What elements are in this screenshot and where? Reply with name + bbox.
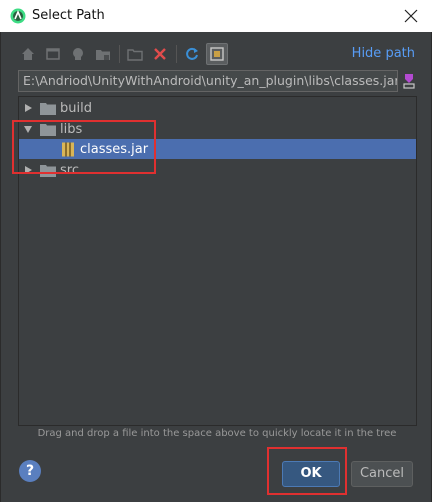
desktop-button[interactable] <box>42 43 64 65</box>
show-hidden-button[interactable] <box>206 43 228 65</box>
expand-arrow-icon[interactable] <box>23 103 33 113</box>
folder-icon <box>40 124 56 136</box>
toolbar <box>17 42 231 66</box>
new-folder-button[interactable] <box>124 43 146 65</box>
project-icon <box>73 48 83 60</box>
tree-item-label: src <box>60 162 79 178</box>
help-button[interactable]: ? <box>19 460 41 482</box>
project-button[interactable] <box>67 43 89 65</box>
path-input[interactable]: E:\Andriod\UnityWithAndroid\unity_an_plu… <box>18 70 398 92</box>
close-button[interactable] <box>396 2 426 30</box>
collapse-arrow-icon[interactable] <box>23 124 33 134</box>
new-folder-icon <box>127 49 143 61</box>
tree-item-classes-jar[interactable]: classes.jar <box>19 139 416 159</box>
show-hidden-icon <box>210 47 224 61</box>
file-tree[interactable]: build libs classes.jar src <box>18 96 417 426</box>
toolbar-separator <box>119 45 120 63</box>
module-button[interactable] <box>92 43 114 65</box>
refresh-button[interactable] <box>181 43 203 65</box>
refresh-icon <box>186 47 198 60</box>
tree-item-libs[interactable]: libs <box>19 119 416 139</box>
jar-file-icon <box>62 142 74 157</box>
tree-item-src[interactable]: src <box>19 160 416 180</box>
hide-path-link[interactable]: Hide path <box>352 46 415 61</box>
module-icon <box>96 50 110 60</box>
desktop-icon <box>46 48 60 60</box>
title-bar: Select Path <box>0 0 432 32</box>
home-icon <box>22 48 34 60</box>
delete-icon <box>154 48 166 60</box>
path-history-icon[interactable] <box>401 72 417 90</box>
home-button[interactable] <box>17 43 39 65</box>
drag-drop-hint: Drag and drop a file into the space abov… <box>37 428 397 439</box>
window-title: Select Path <box>32 8 105 23</box>
tree-item-label: libs <box>60 121 83 137</box>
folder-icon <box>40 103 56 115</box>
delete-button[interactable] <box>149 43 171 65</box>
cancel-button[interactable]: Cancel <box>351 461 413 487</box>
dialog-body: Hide path E:\Andriod\UnityWithAndroid\un… <box>0 32 432 502</box>
toolbar-separator <box>176 45 177 63</box>
tree-item-build[interactable]: build <box>19 98 416 118</box>
tree-item-label: build <box>60 100 92 116</box>
android-studio-icon <box>10 8 26 24</box>
close-icon <box>404 9 418 23</box>
expand-arrow-icon[interactable] <box>23 165 33 175</box>
tree-item-label: classes.jar <box>80 141 149 157</box>
ok-button[interactable]: OK <box>282 461 340 487</box>
folder-icon <box>40 165 56 177</box>
